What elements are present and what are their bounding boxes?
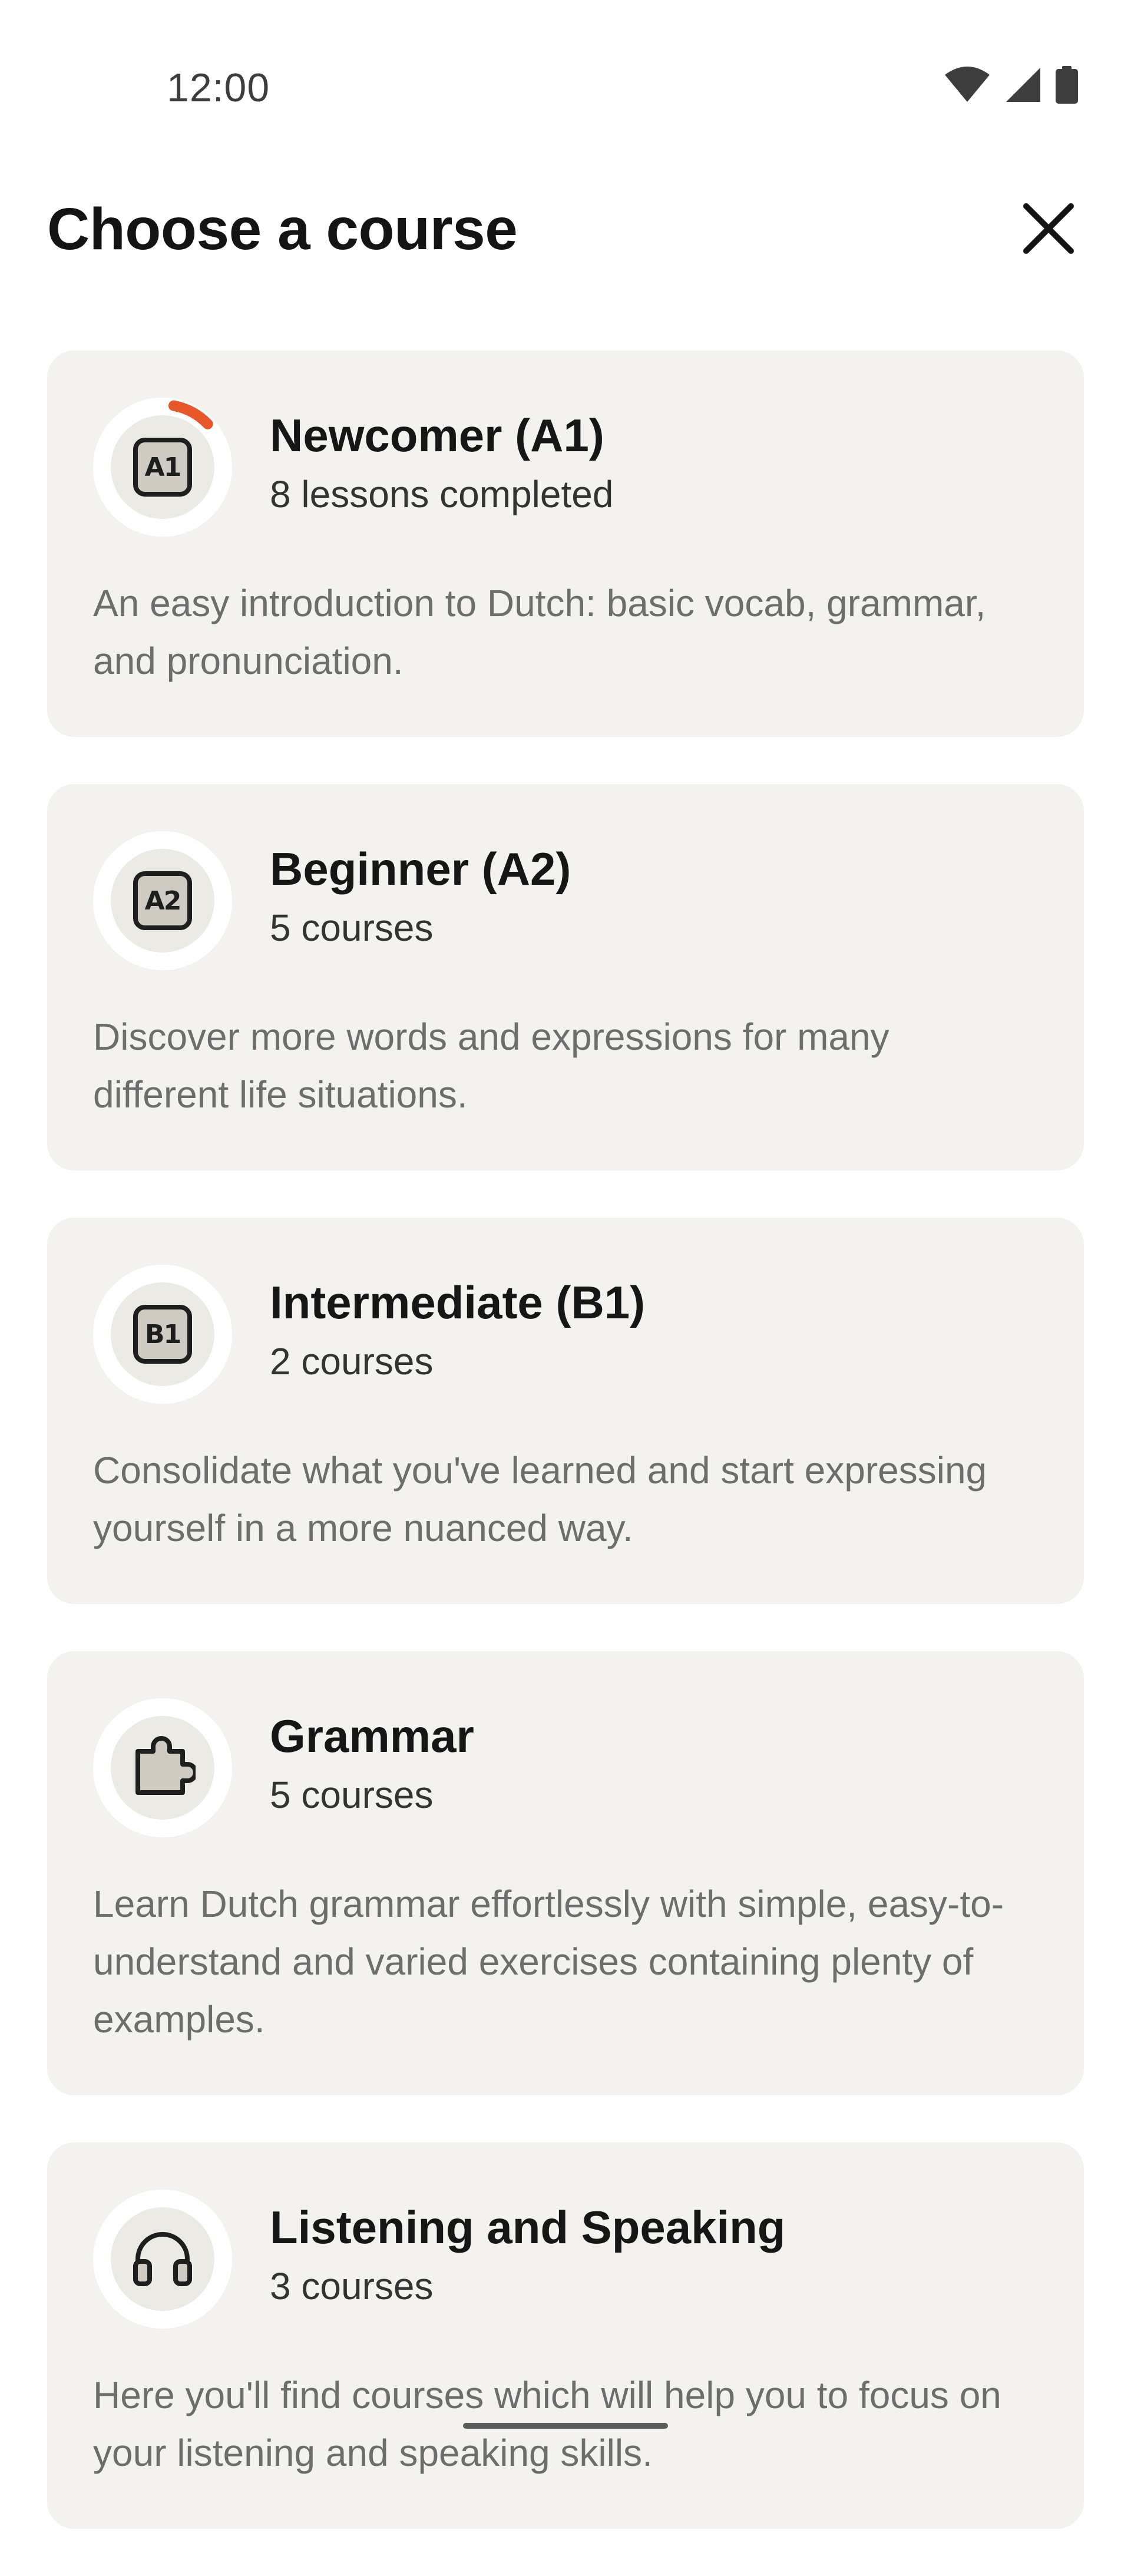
status-icons <box>944 66 1078 104</box>
wifi-icon <box>944 67 991 103</box>
course-description: Consolidate what you've learned and star… <box>93 1449 987 1549</box>
puzzle-piece-icon <box>130 1734 198 1803</box>
course-badge: A1 <box>93 398 232 537</box>
course-subtitle: 5 courses <box>270 906 434 949</box>
course-subtitle: 5 courses <box>270 1773 434 1816</box>
headphones-icon <box>130 2225 196 2294</box>
course-title: Newcomer (A1) <box>270 409 604 461</box>
course-card-grammar[interactable]: Grammar 5 courses Learn Dutch grammar ef… <box>47 1651 1084 2095</box>
level-b1-icon: B1 <box>133 1305 192 1364</box>
status-bar: 12:00 <box>0 0 1131 177</box>
course-badge: B1 <box>93 1265 232 1404</box>
course-subtitle: 8 lessons completed <box>270 472 614 515</box>
course-list: A1 Newcomer (A1) 8 lessons completed An … <box>47 350 1084 2576</box>
course-card-intermediate[interactable]: B1 Intermediate (B1) 2 courses Consolida… <box>47 1218 1084 1604</box>
course-badge: A2 <box>93 831 232 970</box>
course-subtitle: 2 courses <box>270 1340 434 1383</box>
course-card-listening-speaking[interactable]: Listening and Speaking 3 courses Here yo… <box>47 2142 1084 2529</box>
course-subtitle: 3 courses <box>270 2264 434 2307</box>
course-card-beginner[interactable]: A2 Beginner (A2) 5 courses Discover more… <box>47 784 1084 1170</box>
level-a2-icon: A2 <box>133 871 192 930</box>
home-indicator[interactable] <box>463 2423 668 2429</box>
course-title: Intermediate (B1) <box>270 1277 646 1328</box>
page-title: Choose a course <box>47 196 518 262</box>
close-button[interactable] <box>1013 194 1084 265</box>
status-time: 12:00 <box>167 65 270 110</box>
cellular-signal-icon <box>1005 67 1041 103</box>
course-card-newcomer[interactable]: A1 Newcomer (A1) 8 lessons completed An … <box>47 350 1084 737</box>
course-title: Beginner (A2) <box>270 843 571 895</box>
close-icon <box>1021 201 1076 259</box>
course-badge <box>93 2190 232 2329</box>
course-title: Listening and Speaking <box>270 2201 786 2253</box>
course-description: Discover more words and expressions for … <box>93 1016 889 1116</box>
course-progress-ring <box>168 400 213 429</box>
battery-icon <box>1056 66 1078 104</box>
course-title: Grammar <box>270 1710 474 1762</box>
course-description: Learn Dutch grammar effortlessly with si… <box>93 1883 1004 2041</box>
course-badge <box>93 1698 232 1837</box>
course-description: An easy introduction to Dutch: basic voc… <box>93 582 986 682</box>
header: Choose a course <box>0 177 1131 283</box>
